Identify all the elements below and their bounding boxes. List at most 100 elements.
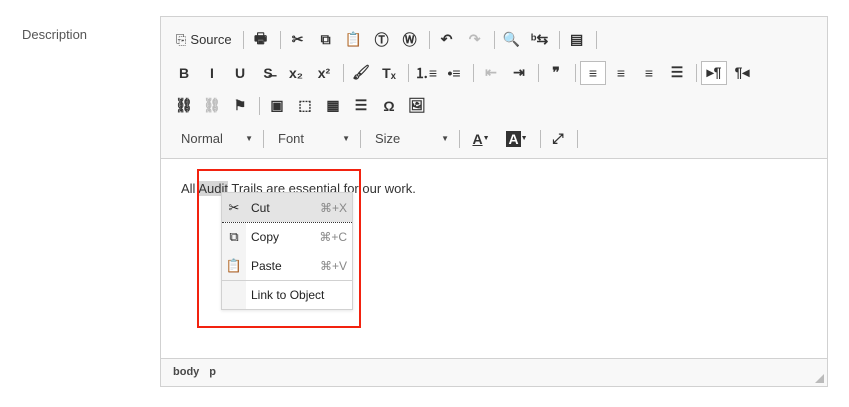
iframe-icon: ⬚	[298, 97, 312, 113]
print-button[interactable]: 🖶	[248, 28, 274, 52]
strikethrough-icon: S̶	[263, 64, 273, 81]
copy-icon: ⧉	[222, 223, 246, 251]
replace-icon: ᵇ⇆	[531, 31, 549, 47]
copy-icon: ⧉	[320, 31, 331, 47]
paste-word-button[interactable]: Ⓦ	[397, 28, 423, 52]
link-icon	[222, 281, 246, 309]
find-button[interactable]: 🔍	[499, 28, 525, 52]
resize-handle[interactable]	[815, 374, 824, 383]
paste-button[interactable]: 📋	[341, 28, 367, 52]
cut-button[interactable]: ✂	[285, 28, 311, 52]
redo-button[interactable]: ↷	[462, 28, 488, 52]
undo-icon: ↶	[440, 31, 453, 47]
paste-word-icon: Ⓦ	[402, 31, 417, 48]
format-value: Normal	[181, 131, 223, 146]
media-button[interactable]: ▣	[264, 94, 290, 118]
text-color-button[interactable]: A ▼	[464, 127, 498, 151]
align-center-button[interactable]: ≡	[608, 61, 634, 85]
copy-button[interactable]: ⧉	[313, 28, 339, 52]
separator	[428, 30, 430, 49]
outdent-button[interactable]: ⇤	[478, 61, 504, 85]
separator	[259, 96, 260, 115]
superscript-icon: x²	[317, 64, 331, 81]
blockquote-icon: ❞	[552, 64, 560, 80]
iframe-button[interactable]: ⬚	[292, 94, 318, 118]
strikethrough-button[interactable]: S̶	[255, 61, 281, 85]
justify-button[interactable]: ☰	[664, 61, 690, 85]
chevron-down-icon: ▼	[245, 134, 253, 143]
path-body[interactable]: body	[173, 366, 199, 378]
special-char-button[interactable]: Ω	[376, 94, 402, 118]
italic-button[interactable]: I	[199, 61, 225, 85]
bulleted-list-button[interactable]: •≡	[441, 61, 467, 85]
remove-format-button[interactable]: Tₓ	[376, 61, 402, 85]
special-char-icon: Ω	[383, 97, 395, 114]
anchor-button[interactable]: ⚑	[227, 94, 253, 118]
menu-item-link-to-object[interactable]: Link to Object	[222, 280, 352, 309]
paste-icon: 📋	[222, 251, 246, 280]
unlink-button[interactable]: ⛓	[199, 94, 225, 118]
undo-button[interactable]: ↶	[434, 28, 460, 52]
paste-text-button[interactable]: Ⓣ	[369, 28, 395, 52]
menu-item-label: Link to Object	[251, 288, 325, 302]
toolbar-row: B I U S̶ x₂ x² 🖌 Tₓ ⒈≡ •≡ ⇤ ⇥ ❞ ≡ ≡ ≡ ☰ ▸¶ ¶◂	[171, 56, 827, 89]
subscript-button[interactable]: x₂	[283, 61, 309, 85]
source-icon: ⎘	[176, 31, 187, 47]
menu-item-cut[interactable]: ✂ Cut ⌘+X	[222, 193, 352, 222]
image-button[interactable]: 🖼	[404, 94, 430, 118]
bg-color-icon: A	[506, 130, 521, 147]
horizontal-line-button[interactable]: ☰	[348, 94, 374, 118]
editor-content[interactable]: All Audit Trails are essential for our w…	[161, 159, 827, 360]
remove-format-icon: Tₓ	[382, 64, 396, 81]
table-button[interactable]: ▦	[320, 94, 346, 118]
link-button[interactable]: ⛓	[171, 94, 197, 118]
templates-icon: ▤	[569, 31, 584, 47]
replace-button[interactable]: ᵇ⇆	[527, 28, 553, 52]
media-icon: ▣	[270, 97, 284, 113]
format-dropdown[interactable]: Normal ▼	[171, 127, 259, 151]
align-center-icon: ≡	[616, 64, 626, 81]
separator	[242, 30, 244, 49]
source-label: Source	[190, 32, 232, 47]
ltr-button[interactable]: ▸¶	[701, 60, 727, 85]
rtl-button[interactable]: ¶◂	[729, 61, 755, 85]
maximize-button[interactable]: ⤢	[545, 127, 571, 151]
copy-format-button[interactable]: 🖌	[348, 61, 374, 85]
bold-button[interactable]: B	[171, 61, 197, 85]
templates-button[interactable]: ▤	[564, 28, 590, 52]
maximize-icon: ⤢	[552, 130, 564, 146]
superscript-button[interactable]: x²	[311, 61, 337, 85]
align-left-icon: ≡	[588, 64, 598, 81]
align-left-button[interactable]: ≡	[580, 60, 606, 85]
path-p[interactable]: p	[209, 366, 216, 378]
menu-item-paste[interactable]: 📋 Paste ⌘+V	[222, 251, 352, 280]
size-dropdown[interactable]: Size ▼	[365, 127, 455, 151]
link-icon: ⛓	[175, 97, 193, 113]
outdent-icon: ⇤	[485, 64, 497, 80]
menu-item-label: Paste	[251, 258, 282, 273]
underline-button[interactable]: U	[227, 61, 253, 85]
rich-text-editor: ⎘ Source 🖶 ✂ ⧉ 📋 Ⓣ Ⓦ ↶ ↷ 🔍 ᵇ⇆ ▤ B I U S̶ x₂ x² 🖌 Tₓ ⒈≡ •≡ ⇤ ⇥ ❞ ≡…	[160, 16, 828, 387]
indent-button[interactable]: ⇥	[506, 61, 532, 85]
editor-toolbar: ⎘ Source 🖶 ✂ ⧉ 📋 Ⓣ Ⓦ ↶ ↷ 🔍 ᵇ⇆ ▤ B I U S̶ x₂ x² 🖌 Tₓ ⒈≡ •≡ ⇤ ⇥ ❞ ≡…	[161, 17, 827, 159]
font-dropdown[interactable]: Font ▼	[268, 127, 356, 151]
text: All	[181, 181, 199, 196]
bold-icon: B	[178, 64, 190, 81]
element-path-bar: body p	[161, 358, 827, 386]
cut-icon: ✂	[291, 31, 304, 47]
separator	[473, 63, 474, 82]
source-button-button[interactable]: ⎘ Source	[171, 28, 237, 52]
menu-item-copy[interactable]: ⧉ Copy ⌘+C	[222, 222, 352, 251]
blockquote-button[interactable]: ❞	[543, 61, 569, 85]
chevron-down-icon: ▼	[342, 134, 350, 143]
unlink-icon: ⛓	[203, 97, 221, 113]
separator	[558, 30, 560, 49]
numbered-list-button[interactable]: ⒈≡	[413, 61, 439, 85]
horizontal-line-icon: ☰	[354, 97, 368, 113]
separator	[493, 30, 495, 49]
separator	[540, 129, 541, 148]
separator	[263, 129, 264, 148]
align-right-button[interactable]: ≡	[636, 61, 662, 85]
ltr-icon: ▸¶	[706, 64, 722, 80]
bg-color-button[interactable]: A ▼	[500, 127, 534, 151]
